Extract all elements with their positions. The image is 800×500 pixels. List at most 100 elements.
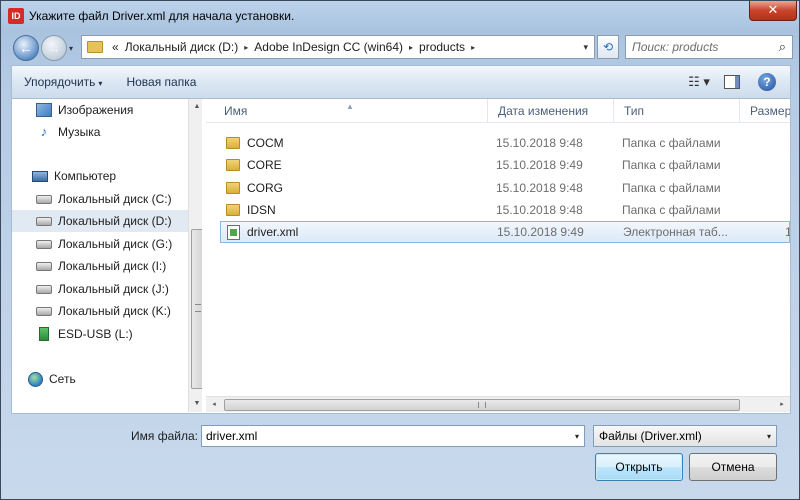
sidebar-item-label: Локальный диск (I:) bbox=[58, 259, 167, 273]
file-date: 15.10.2018 9:49 bbox=[496, 158, 583, 172]
sidebar-item-drive-d[interactable]: Локальный диск (D:) bbox=[12, 210, 188, 232]
breadcrumb-chevron-icon[interactable]: ▸ bbox=[406, 43, 416, 52]
organize-label: Упорядочить bbox=[24, 75, 96, 89]
scroll-right-icon[interactable]: ▸ bbox=[774, 397, 790, 412]
organize-menu-button[interactable]: Упорядочить ▾ bbox=[12, 75, 114, 89]
images-icon bbox=[36, 103, 52, 117]
sidebar-item-computer[interactable]: Компьютер bbox=[12, 165, 188, 187]
file-row-idsn[interactable]: IDSN 15.10.2018 9:48 Папка с файлами bbox=[220, 199, 790, 221]
back-button[interactable]: ← bbox=[13, 35, 39, 61]
address-dropdown-icon[interactable]: ▾ bbox=[577, 42, 594, 53]
sidebar-scroll-thumb[interactable] bbox=[191, 229, 202, 389]
scroll-down-icon[interactable]: ▼ bbox=[189, 396, 202, 412]
file-type: Электронная таб... bbox=[623, 225, 728, 239]
breadcrumb-overflow[interactable]: « bbox=[109, 40, 122, 54]
column-size[interactable]: Размер bbox=[740, 99, 790, 123]
file-date: 15.10.2018 9:49 bbox=[497, 225, 584, 239]
search-box[interactable]: ⌕ bbox=[625, 35, 793, 59]
search-input[interactable] bbox=[632, 40, 772, 54]
file-type: Папка с файлами bbox=[622, 158, 721, 172]
file-name-cell: CORE bbox=[226, 158, 282, 172]
column-header-row: Имя ▲ Дата изменения Тип Размер bbox=[206, 99, 790, 123]
filename-input[interactable] bbox=[206, 429, 556, 443]
breadcrumb-products[interactable]: products bbox=[416, 40, 468, 54]
column-type[interactable]: Тип bbox=[614, 99, 740, 123]
file-open-dialog: ID Укажите файл Driver.xml для начала ус… bbox=[0, 0, 800, 500]
sidebar-item-esd-usb[interactable]: ESD-USB (L:) bbox=[12, 323, 188, 345]
navigation-bar: ← → ▾ « Локальный диск (D:) ▸ Adobe InDe… bbox=[1, 31, 800, 63]
sidebar-item-label: Компьютер bbox=[54, 169, 117, 183]
breadcrumb-chevron-icon[interactable]: ▸ bbox=[468, 43, 478, 52]
scroll-up-icon[interactable]: ▲ bbox=[189, 99, 202, 115]
preview-pane-icon[interactable] bbox=[724, 75, 740, 89]
computer-icon bbox=[32, 170, 48, 182]
chevron-down-icon: ▾ bbox=[766, 431, 771, 441]
drive-icon bbox=[36, 194, 52, 204]
xml-file-icon bbox=[227, 224, 240, 240]
file-date: 15.10.2018 9:48 bbox=[496, 203, 583, 217]
sidebar-item-drive-g[interactable]: Локальный диск (G:) bbox=[12, 233, 188, 255]
sidebar-item-drive-i[interactable]: Локальный диск (I:) bbox=[12, 255, 188, 277]
sidebar-item-images[interactable]: Изображения bbox=[12, 99, 188, 121]
sidebar-item-label: Локальный диск (D:) bbox=[58, 214, 172, 228]
file-type-filter[interactable]: Файлы (Driver.xml) ▾ bbox=[593, 425, 777, 447]
horizontal-scrollbar[interactable]: ◂ ▸ bbox=[206, 396, 790, 412]
sidebar-item-drive-k[interactable]: Локальный диск (K:) bbox=[12, 300, 188, 322]
title-bar: ID Укажите файл Driver.xml для начала ус… bbox=[1, 1, 800, 31]
view-options-icon[interactable]: ☷ ▾ bbox=[684, 74, 714, 90]
forward-button[interactable]: → bbox=[41, 35, 67, 61]
folder-icon bbox=[226, 204, 240, 216]
filename-combobox[interactable]: ▾ bbox=[201, 425, 585, 447]
scroll-left-icon[interactable]: ◂ bbox=[206, 397, 222, 412]
sidebar-item-label: ESD-USB (L:) bbox=[58, 327, 133, 341]
close-button[interactable]: ✕ bbox=[749, 1, 797, 21]
column-date-modified[interactable]: Дата изменения bbox=[488, 99, 614, 123]
command-bar: Упорядочить ▾ Новая папка ☷ ▾ ? bbox=[11, 65, 791, 99]
window-title: Укажите файл Driver.xml для начала устан… bbox=[29, 9, 295, 23]
sidebar-item-label: Локальный диск (C:) bbox=[58, 192, 172, 206]
file-date: 15.10.2018 9:48 bbox=[496, 136, 583, 150]
sort-ascending-icon: ▲ bbox=[346, 102, 354, 111]
sidebar-item-music[interactable]: ♪ Музыка bbox=[12, 121, 188, 143]
file-row-cocm[interactable]: COCM 15.10.2018 9:48 Папка с файлами bbox=[220, 132, 790, 154]
folder-icon bbox=[226, 159, 240, 171]
sidebar-item-drive-c[interactable]: Локальный диск (C:) bbox=[12, 188, 188, 210]
file-name: driver.xml bbox=[247, 225, 299, 239]
open-button[interactable]: Открыть bbox=[595, 453, 683, 481]
drive-icon bbox=[36, 239, 52, 249]
breadcrumb-indesign[interactable]: Adobe InDesign CC (win64) bbox=[251, 40, 406, 54]
new-folder-button[interactable]: Новая папка bbox=[114, 75, 208, 89]
file-row-corg[interactable]: CORG 15.10.2018 9:48 Папка с файлами bbox=[220, 177, 790, 199]
sidebar-scrollbar[interactable]: ▲ ▼ bbox=[188, 99, 202, 412]
horizontal-scroll-thumb[interactable] bbox=[224, 399, 740, 411]
chevron-down-icon[interactable]: ▾ bbox=[575, 432, 579, 441]
file-name-cell: COCM bbox=[226, 136, 284, 150]
folder-icon bbox=[87, 41, 103, 53]
column-label: Имя bbox=[224, 104, 248, 118]
sidebar-item-label: Локальный диск (J:) bbox=[58, 282, 169, 296]
file-type: Папка с файлами bbox=[622, 181, 721, 195]
toolbar-right-group: ☷ ▾ ? bbox=[684, 73, 790, 91]
address-bar[interactable]: « Локальный диск (D:) ▸ Adobe InDesign C… bbox=[81, 35, 595, 59]
drive-icon bbox=[36, 216, 52, 226]
file-name-cell: driver.xml bbox=[227, 224, 299, 240]
drive-icon bbox=[36, 306, 52, 316]
file-row-driver-xml[interactable]: driver.xml 15.10.2018 9:49 Электронная т… bbox=[220, 221, 790, 243]
refresh-button[interactable]: ⟲ bbox=[597, 35, 619, 59]
navigation-pane: Изображения ♪ Музыка Компьютер Локальный… bbox=[12, 99, 202, 412]
filename-label: Имя файла: bbox=[131, 429, 198, 443]
file-list: Имя ▲ Дата изменения Тип Размер COCM 15.… bbox=[206, 99, 790, 412]
sidebar-item-network[interactable]: Сеть bbox=[12, 368, 188, 390]
usb-drive-icon bbox=[39, 327, 49, 341]
help-icon[interactable]: ? bbox=[758, 73, 776, 91]
search-icon[interactable]: ⌕ bbox=[779, 39, 786, 55]
recent-pages-dropdown[interactable]: ▾ bbox=[69, 44, 73, 53]
breadcrumb-chevron-icon[interactable]: ▸ bbox=[241, 43, 251, 52]
sidebar-item-drive-j[interactable]: Локальный диск (J:) bbox=[12, 278, 188, 300]
column-name[interactable]: Имя ▲ bbox=[206, 99, 488, 123]
sidebar-item-label: Локальный диск (G:) bbox=[58, 237, 173, 251]
cancel-button[interactable]: Отмена bbox=[689, 453, 777, 481]
file-name-cell: IDSN bbox=[226, 203, 276, 217]
breadcrumb-drive-d[interactable]: Локальный диск (D:) bbox=[122, 40, 242, 54]
file-row-core[interactable]: CORE 15.10.2018 9:49 Папка с файлами bbox=[220, 154, 790, 176]
